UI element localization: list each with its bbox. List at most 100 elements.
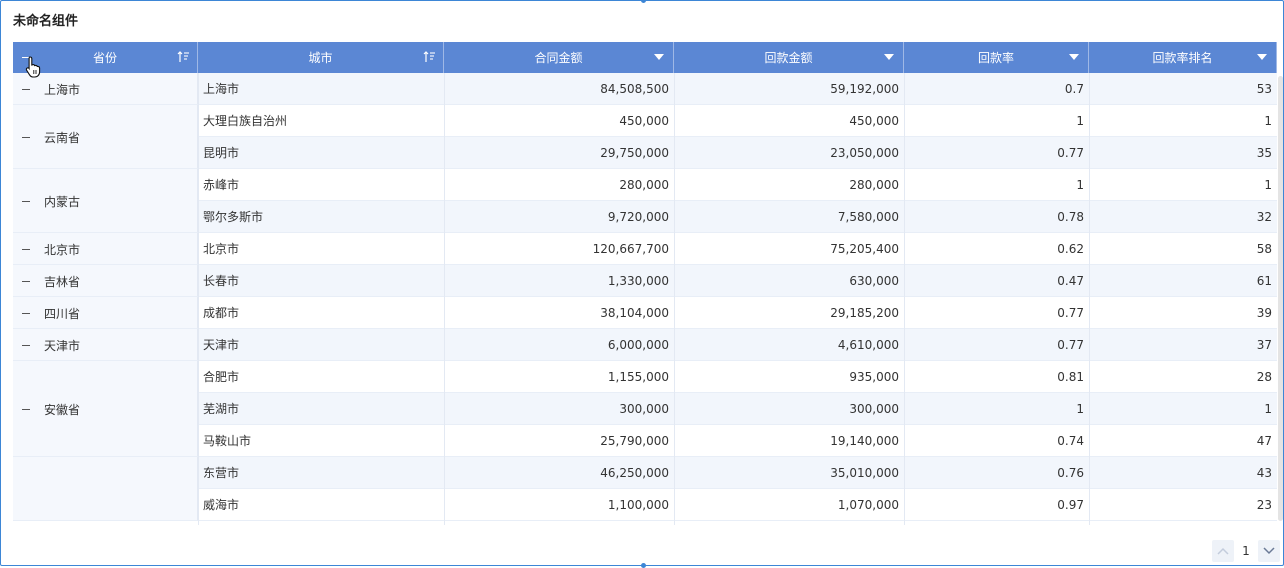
dropdown-caret-icon[interactable] <box>654 54 664 60</box>
cell-city: 天津市 <box>203 338 240 352</box>
cell-contract: 1,155,000 <box>607 370 669 384</box>
column-header-contract[interactable]: 合同金额 <box>444 42 674 73</box>
cell-rate: 1 <box>1076 402 1084 416</box>
cell-city: 长春市 <box>203 274 240 288</box>
table-row[interactable]: 长春市 1,330,000 630,000 0.47 61 <box>198 265 1277 297</box>
page-up-button[interactable] <box>1212 540 1234 562</box>
cell-rank: 53 <box>1256 82 1272 96</box>
cell-contract: 25,790,000 <box>600 434 669 448</box>
province-group-cell: 安徽省 <box>13 361 198 457</box>
cell-rate: 0.77 <box>1057 306 1084 320</box>
cell-rank: 1 <box>1264 178 1272 192</box>
cell-rank: 23 <box>1256 498 1272 512</box>
table-row[interactable]: 天津市 6,000,000 4,610,000 0.77 37 <box>198 329 1277 361</box>
collapse-row-icon[interactable] <box>22 201 30 202</box>
table-row[interactable]: 马鞍山市 25,790,000 19,140,000 0.74 47 <box>198 425 1277 457</box>
column-divider <box>198 73 199 525</box>
table-row[interactable]: 鄂尔多斯市 9,720,000 7,580,000 0.78 32 <box>198 201 1277 233</box>
table-row[interactable]: 芜湖市 300,000 300,000 1 1 <box>198 393 1277 425</box>
cell-payment: 280,000 <box>849 178 899 192</box>
sort-filter-icon[interactable] <box>423 51 436 63</box>
cell-payment: 29,185,200 <box>830 306 899 320</box>
cell-contract: 300,000 <box>619 402 669 416</box>
cell-contract: 280,000 <box>619 178 669 192</box>
pivot-table: 省份 城市 合同金额 回款金额 回款率 回款率排名 上海市 上海市 84,508,500 59,… <box>13 42 1277 525</box>
table-row[interactable]: 威海市 1,100,000 1,070,000 0.97 23 <box>198 489 1277 521</box>
cell-contract: 1,100,000 <box>607 498 669 512</box>
column-header-label: 城市 <box>308 51 333 65</box>
column-header-label: 合同金额 <box>534 51 583 65</box>
sort-filter-icon[interactable] <box>177 51 190 63</box>
table-row[interactable]: 昆明市 29,750,000 23,050,000 0.77 35 <box>198 137 1277 169</box>
column-header-label: 回款率 <box>977 51 1014 65</box>
table-row[interactable]: 合肥市 1,155,000 935,000 0.81 28 <box>198 361 1277 393</box>
table-row[interactable]: 大理白族自治州 450,000 450,000 1 1 <box>198 105 1277 137</box>
province-name: 四川省 <box>44 307 81 321</box>
column-header-payment[interactable]: 回款金额 <box>674 42 904 73</box>
collapse-row-icon[interactable] <box>22 89 30 90</box>
table-header: 省份 城市 合同金额 回款金额 回款率 回款率排名 <box>13 42 1277 73</box>
dropdown-caret-icon[interactable] <box>884 54 894 60</box>
cell-city: 上海市 <box>203 82 240 96</box>
column-header-label: 省份 <box>92 51 117 65</box>
cell-city: 大理白族自治州 <box>203 114 288 128</box>
table-row[interactable]: 东营市 46,250,000 35,010,000 0.76 43 <box>198 457 1277 489</box>
collapse-row-icon[interactable] <box>22 409 30 410</box>
cell-contract: 84,508,500 <box>600 82 669 96</box>
province-name: 吉林省 <box>44 275 81 289</box>
cell-rate: 0.74 <box>1057 434 1084 448</box>
column-divider <box>674 73 675 525</box>
column-header-rank[interactable]: 回款率排名 <box>1089 42 1277 73</box>
chevron-up-icon <box>1217 547 1229 555</box>
cell-payment: 935,000 <box>849 370 899 384</box>
province-group-cell: 北京市 <box>13 233 198 265</box>
cell-rate: 0.77 <box>1057 338 1084 352</box>
cell-contract: 6,000,000 <box>607 338 669 352</box>
cell-rank: 58 <box>1256 242 1272 256</box>
cell-rank: 47 <box>1256 434 1272 448</box>
cell-payment: 630,000 <box>849 274 899 288</box>
cell-payment: 450,000 <box>849 114 899 128</box>
cell-contract: 46,250,000 <box>600 466 669 480</box>
cell-city: 合肥市 <box>203 370 240 384</box>
cell-city: 成都市 <box>203 306 240 320</box>
collapse-row-icon[interactable] <box>22 345 30 346</box>
cell-rank: 43 <box>1256 466 1272 480</box>
dropdown-caret-icon[interactable] <box>1257 54 1267 60</box>
province-name: 内蒙古 <box>44 195 81 209</box>
table-row[interactable]: 上海市 84,508,500 59,192,000 0.7 53 <box>198 73 1277 105</box>
cell-city: 东营市 <box>203 466 240 480</box>
cell-payment: 23,050,000 <box>830 146 899 160</box>
column-header-rate[interactable]: 回款率 <box>904 42 1089 73</box>
table-row[interactable]: 成都市 38,104,000 29,185,200 0.77 39 <box>198 297 1277 329</box>
province-group-cell: 天津市 <box>13 329 198 361</box>
cell-rate: 0.62 <box>1057 242 1084 256</box>
cell-city: 北京市 <box>203 242 240 256</box>
cell-rank: 1 <box>1264 114 1272 128</box>
table-row[interactable]: 北京市 120,667,700 75,205,400 0.62 58 <box>198 233 1277 265</box>
dropdown-caret-icon[interactable] <box>1069 54 1079 60</box>
province-group-cell <box>13 457 198 521</box>
cell-payment: 75,205,400 <box>830 242 899 256</box>
cell-payment: 7,580,000 <box>837 210 899 224</box>
collapse-row-icon[interactable] <box>22 281 30 282</box>
province-group-cell: 内蒙古 <box>13 169 198 233</box>
table-row[interactable]: 赤峰市 280,000 280,000 1 1 <box>198 169 1277 201</box>
vertical-scrollbar[interactable] <box>1278 76 1283 521</box>
cell-city: 鄂尔多斯市 <box>203 210 264 224</box>
cell-rank: 61 <box>1256 274 1272 288</box>
collapse-row-icon[interactable] <box>22 137 30 138</box>
collapse-row-icon[interactable] <box>22 313 30 314</box>
page-down-button[interactable] <box>1258 540 1280 562</box>
cell-contract: 38,104,000 <box>600 306 669 320</box>
province-group-cell: 四川省 <box>13 297 198 329</box>
cell-rate: 1 <box>1076 114 1084 128</box>
cell-contract: 120,667,700 <box>592 242 669 256</box>
column-divider <box>904 73 905 525</box>
cell-rank: 39 <box>1256 306 1272 320</box>
column-header-city[interactable]: 城市 <box>198 42 444 73</box>
cell-contract: 9,720,000 <box>607 210 669 224</box>
cell-contract: 29,750,000 <box>600 146 669 160</box>
collapse-row-icon[interactable] <box>22 249 30 250</box>
cell-rate: 0.78 <box>1057 210 1084 224</box>
